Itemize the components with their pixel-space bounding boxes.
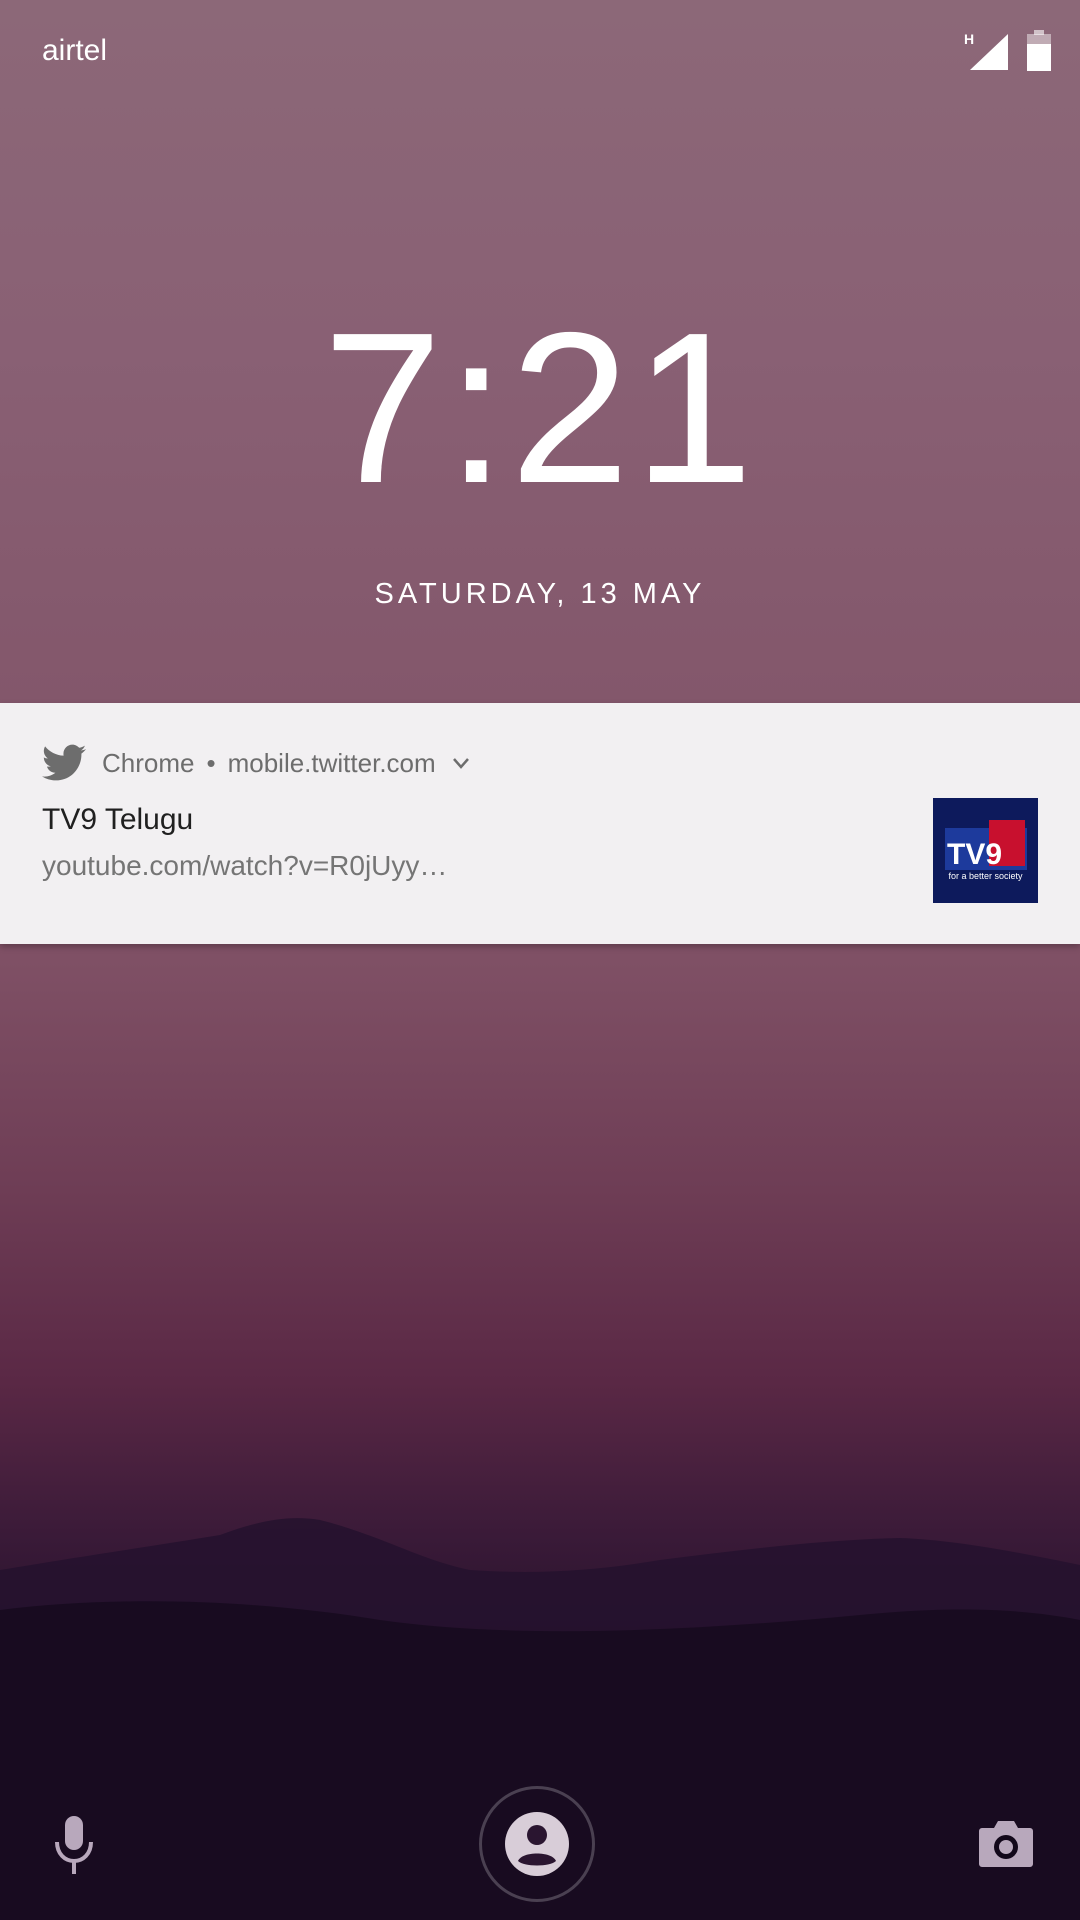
notification-title: TV9 Telugu [42, 803, 194, 836]
notification-app-name: Chrome [102, 747, 195, 778]
user-icon [505, 1812, 569, 1876]
notification-text: youtube.com/watch?v=R0jUyy… [42, 850, 448, 881]
camera-icon[interactable] [978, 1818, 1034, 1868]
notification-source: mobile.twitter.com [227, 747, 436, 778]
lockscreen-date: SATURDAY, 13 MAY [374, 578, 706, 610]
lockscreen-clock: 7:21 [322, 287, 758, 528]
network-type-label: H [964, 31, 974, 47]
tv9-tagline: for a better society [948, 871, 1023, 881]
twitter-icon [42, 744, 86, 781]
carrier-name: airtel [42, 34, 108, 67]
unlock-button[interactable] [479, 1786, 595, 1902]
status-bar: airtel H [0, 0, 1080, 105]
tv9-logo: TV9 [945, 820, 1027, 871]
microphone-icon[interactable] [52, 1816, 96, 1876]
chevron-down-icon[interactable] [450, 752, 472, 774]
notification-thumbnail: TV9 for a better society [933, 798, 1038, 903]
signal-icon: H [964, 31, 1008, 70]
notification-separator: • [206, 747, 216, 778]
notification-card[interactable]: Chrome • mobile.twitter.com TV9 Telugu y… [0, 703, 1080, 944]
lockscreen-bottom-bar [0, 1780, 1080, 1920]
battery-icon [1027, 30, 1051, 71]
notification-header: Chrome • mobile.twitter.com [42, 743, 472, 783]
tv9-logo-text: TV9 [947, 838, 1002, 871]
